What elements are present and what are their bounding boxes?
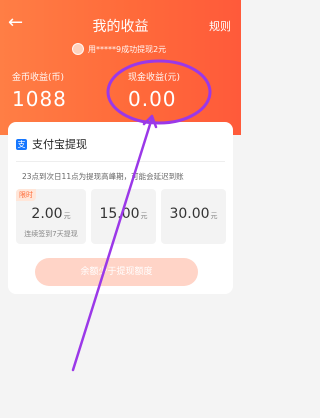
rules-link[interactable]: 规则 (209, 18, 231, 34)
avatar (72, 43, 84, 55)
withdraw-ticker: 用*****9成功提现2元 (72, 43, 166, 55)
amount-unit: 元 (63, 212, 71, 220)
page-title: 我的收益 (92, 19, 149, 35)
amount-unit: 元 (210, 212, 218, 220)
alipay-method[interactable]: 支 支付宝提现 (16, 136, 87, 152)
amount-number: 30.00 (169, 206, 210, 222)
ticker-text: 用*****9成功提现2元 (88, 44, 167, 54)
amount-number: 2.00 (31, 206, 63, 222)
amount-option-15[interactable]: 15.00元 (91, 189, 156, 244)
alipay-icon: 支 (16, 138, 27, 150)
top-bar: ← 我的收益 规则 (0, 14, 241, 36)
coin-income-value: 1088 (12, 87, 67, 111)
amount-value: 2.00元 (16, 206, 86, 222)
amount-value: 15.00元 (91, 206, 156, 222)
limited-time-tag: 限时 (16, 189, 36, 201)
divider (16, 161, 225, 162)
amount-unit: 元 (140, 212, 148, 220)
header-banner: ← 我的收益 规则 用*****9成功提现2元 金币收益(币) 1088 现金收… (0, 0, 241, 135)
amount-value: 30.00元 (161, 206, 226, 222)
coin-income-label: 金币收益(币) (12, 73, 65, 83)
peak-notice: 23点到次日11点为提现高峰期，可能会延迟到账 (22, 172, 184, 181)
amount-condition: 连续签到7天提现 (24, 230, 78, 238)
amount-option-2[interactable]: 限时 2.00元 连续签到7天提现 (16, 189, 86, 244)
amount-option-30[interactable]: 30.00元 (161, 189, 226, 244)
amount-number: 15.00 (99, 206, 140, 222)
withdraw-button[interactable]: 余额少于提现额度 (35, 258, 198, 286)
cash-income-label: 现金收益(元) (128, 73, 181, 83)
cash-income-value: 0.00 (128, 87, 177, 111)
alipay-label: 支付宝提现 (32, 138, 87, 151)
withdraw-card: 支 支付宝提现 23点到次日11点为提现高峰期，可能会延迟到账 限时 2.00元… (8, 122, 233, 294)
